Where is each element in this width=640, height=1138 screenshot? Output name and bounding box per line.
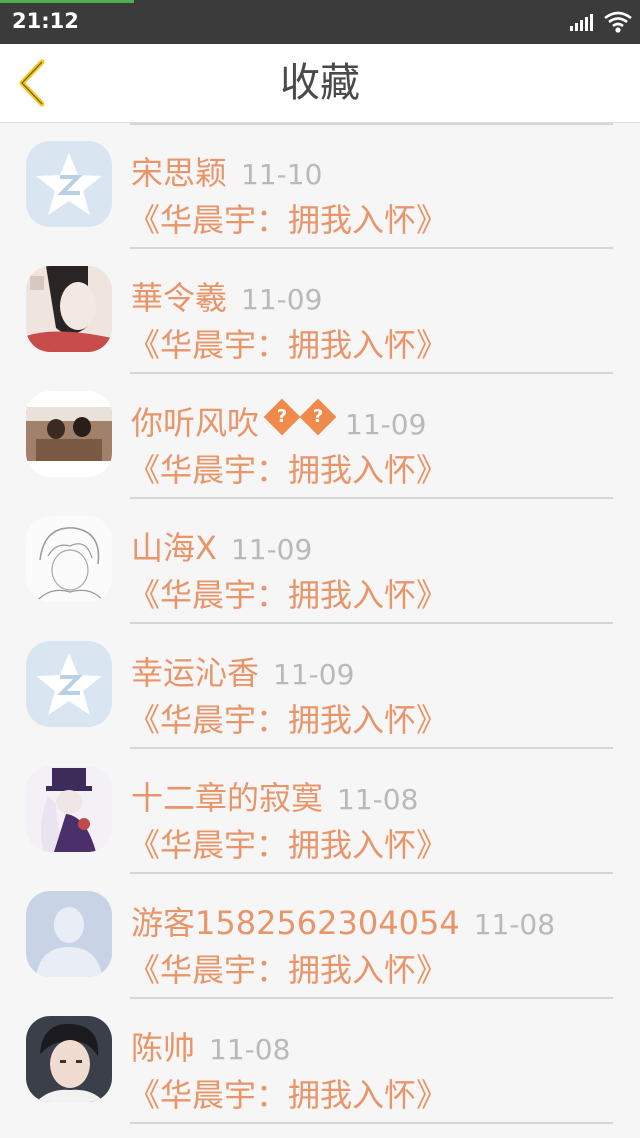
wifi-icon: [604, 11, 632, 33]
user-photo-avatar[interactable]: [26, 766, 112, 852]
item-header: 你听风吹?? 11-09: [131, 395, 426, 451]
user-name: 陈帅: [131, 1029, 196, 1067]
list-item[interactable]: 陈帅 11-08 《华晨宇：拥我入怀》: [0, 998, 640, 1124]
book-title[interactable]: 《华晨宇：拥我入怀》: [128, 1073, 448, 1117]
item-header: 陈帅 11-08: [131, 1020, 290, 1076]
page-title: 收藏: [280, 60, 360, 106]
book-title[interactable]: 《华晨宇：拥我入怀》: [128, 198, 448, 242]
status-time: 21:12: [12, 9, 79, 33]
item-header: 十二章的寂寞 11-08: [131, 770, 418, 826]
list-item[interactable]: 幸运沁香 11-09 《华晨宇：拥我入怀》: [0, 623, 640, 749]
item-date: 11-09: [345, 408, 427, 441]
book-title[interactable]: 《华晨宇：拥我入怀》: [128, 573, 448, 617]
list-item[interactable]: 山海X 11-09 《华晨宇：拥我入怀》: [0, 498, 640, 624]
book-title[interactable]: 《华晨宇：拥我入怀》: [128, 698, 448, 742]
qq-default-avatar[interactable]: [26, 641, 112, 727]
book-title[interactable]: 《华晨宇：拥我入怀》: [128, 948, 448, 992]
item-header: 華令羲 11-09: [131, 270, 322, 326]
user-name: 你听风吹: [131, 404, 260, 442]
user-name: 十二章的寂寞: [131, 779, 324, 817]
signal-icon: [570, 13, 596, 31]
item-date: 11-08: [337, 783, 419, 816]
list-item[interactable]: 十二章的寂寞 11-08 《华晨宇：拥我入怀》: [0, 748, 640, 874]
book-title[interactable]: 《华晨宇：拥我入怀》: [128, 823, 448, 867]
unknown-char-icon: ?: [299, 398, 337, 436]
list-item[interactable]: 你听风吹?? 11-09 《华晨宇：拥我入怀》: [0, 373, 640, 499]
favorites-list: 宋思颖 11-10 《华晨宇：拥我入怀》 華令羲 11-09 《华晨宇：拥我入怀》: [0, 123, 640, 1138]
list-divider: [130, 1122, 613, 1124]
chevron-left-icon: [19, 59, 45, 107]
item-header: 游客1582562304054 11-08: [131, 895, 555, 951]
user-name: 幸运沁香: [131, 654, 260, 692]
user-photo-avatar[interactable]: [26, 391, 112, 477]
user-photo-avatar[interactable]: [26, 1016, 112, 1102]
book-title[interactable]: 《华晨宇：拥我入怀》: [128, 323, 448, 367]
user-name: 宋思颖: [131, 154, 228, 192]
loading-progress: [0, 0, 134, 3]
book-title[interactable]: 《华晨宇：拥我入怀》: [128, 448, 448, 492]
user-photo-avatar[interactable]: [26, 266, 112, 352]
title-bar: 收藏: [0, 44, 640, 123]
guest-silhouette-avatar[interactable]: [26, 891, 112, 977]
sketch-avatar[interactable]: [26, 516, 112, 602]
qq-default-avatar[interactable]: [26, 141, 112, 227]
user-name: 山海X: [131, 529, 217, 567]
user-name: 游客1582562304054: [131, 904, 460, 942]
unknown-char-icon: ?: [263, 398, 301, 436]
item-date: 11-08: [209, 1033, 291, 1066]
item-header: 幸运沁香 11-09: [131, 645, 354, 701]
item-date: 11-08: [473, 908, 556, 941]
item-date: 11-09: [241, 283, 323, 316]
list-item[interactable]: 游客1582562304054 11-08 《华晨宇：拥我入怀》: [0, 873, 640, 999]
list-item[interactable]: 華令羲 11-09 《华晨宇：拥我入怀》: [0, 248, 640, 374]
user-name: 華令羲: [131, 279, 228, 317]
item-header: 宋思颖 11-10: [131, 145, 322, 201]
item-date: 11-09: [230, 533, 313, 566]
list-item[interactable]: 宋思颖 11-10 《华晨宇：拥我入怀》: [0, 123, 640, 249]
item-header: 山海X 11-09: [131, 520, 312, 576]
item-date: 11-10: [241, 158, 323, 191]
status-bar: 21:12: [0, 0, 640, 44]
back-button[interactable]: [12, 58, 56, 108]
item-date: 11-09: [273, 658, 355, 691]
